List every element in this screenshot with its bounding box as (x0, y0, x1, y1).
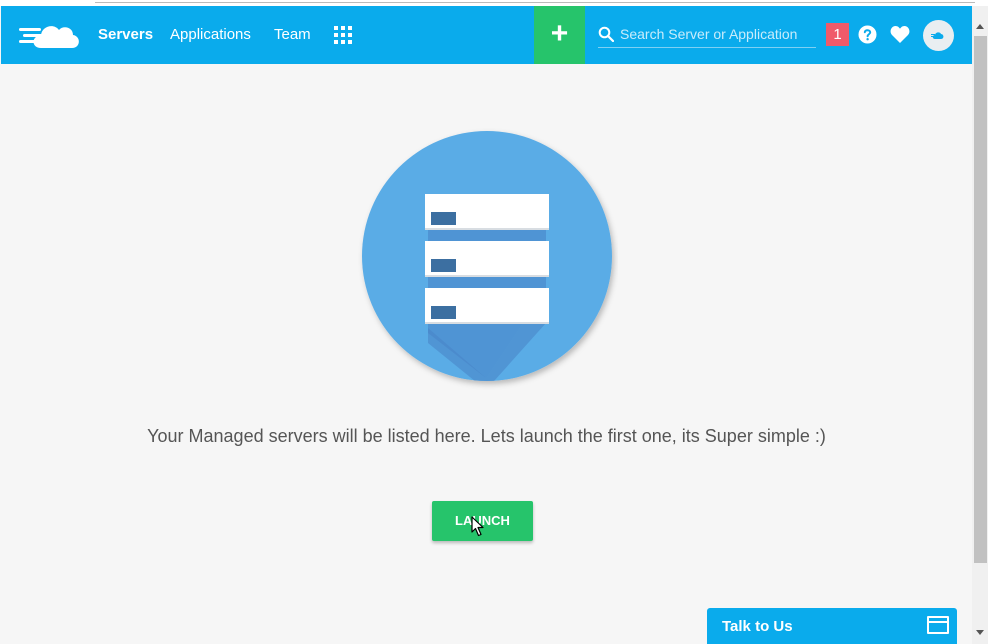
search-box (598, 22, 816, 48)
cloud-icon (931, 32, 944, 39)
cloudways-logo-icon[interactable] (19, 18, 81, 52)
scrollbar-thumb[interactable] (974, 36, 987, 563)
add-server-button[interactable]: + (534, 6, 585, 64)
nav-team-link[interactable]: Team (274, 26, 311, 43)
talk-to-us-label: Talk to Us (722, 618, 793, 635)
search-icon (598, 26, 614, 42)
help-icon[interactable] (858, 25, 877, 44)
user-avatar[interactable] (923, 20, 954, 51)
empty-state-message: Your Managed servers will be listed here… (147, 426, 826, 446)
apps-grid-icon[interactable] (334, 26, 352, 44)
scroll-up-arrow-icon[interactable] (976, 24, 984, 29)
top-navbar: Servers Applications Team + 1 (1, 6, 972, 64)
scroll-down-arrow-icon[interactable] (976, 630, 984, 635)
chat-window-icon[interactable] (927, 616, 949, 634)
server-rack-icon (425, 194, 549, 324)
page-scrollbar[interactable] (972, 6, 988, 644)
heart-icon[interactable] (890, 25, 910, 44)
talk-to-us-widget[interactable]: Talk to Us (707, 608, 957, 644)
servers-illustration (362, 131, 612, 381)
notification-badge[interactable]: 1 (826, 23, 849, 46)
mouse-cursor-icon (471, 516, 484, 537)
search-input[interactable] (620, 24, 812, 44)
nav-servers-link[interactable]: Servers (98, 26, 153, 43)
nav-applications-link[interactable]: Applications (170, 26, 251, 43)
